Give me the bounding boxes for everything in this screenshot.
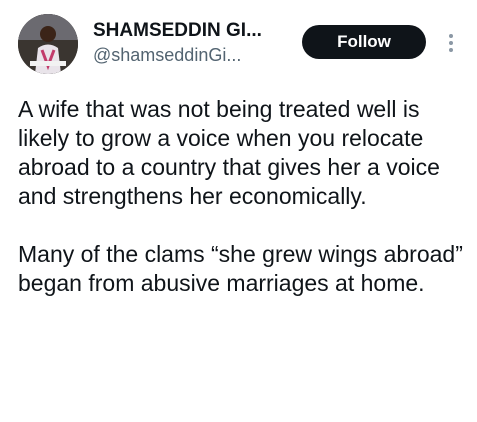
tweet-card: SHAMSEDDIN GI... @shamseddinGi... Follow… (0, 0, 477, 422)
profile-photo-icon (18, 14, 78, 74)
more-dot (449, 41, 453, 45)
author-names: SHAMSEDDIN GI... @shamseddinGi... (93, 19, 293, 67)
tweet-paragraph: A wife that was not being treated well i… (18, 96, 440, 209)
author-handle[interactable]: @shamseddinGi... (93, 43, 293, 67)
tweet-paragraph: Many of the clams “she grew wings abroad… (18, 241, 463, 296)
author-display-name[interactable]: SHAMSEDDIN GI... (93, 19, 293, 43)
more-vertical-icon[interactable] (442, 29, 460, 57)
more-dot (449, 48, 453, 52)
follow-button[interactable]: Follow (302, 25, 426, 59)
tweet-text: A wife that was not being treated well i… (18, 95, 470, 298)
author-avatar[interactable] (18, 14, 78, 74)
more-dot (449, 34, 453, 38)
